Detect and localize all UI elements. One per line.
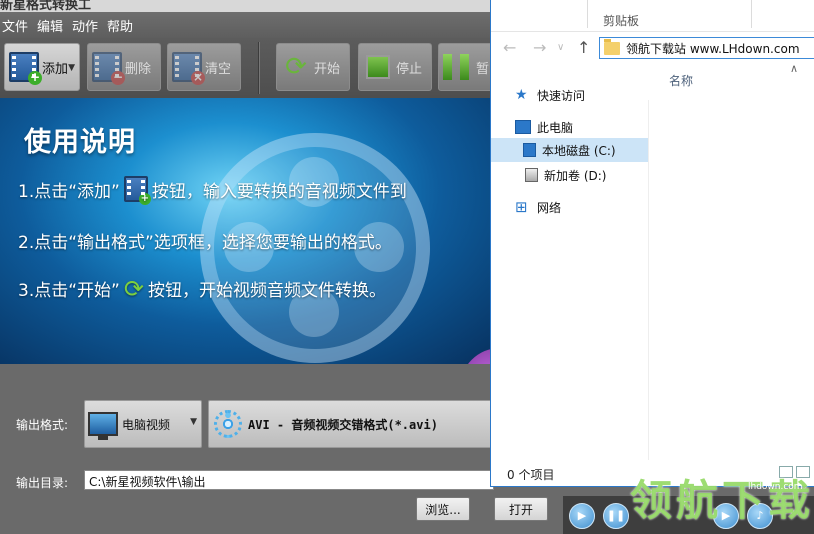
play-icon[interactable]: ▶: [569, 503, 595, 529]
start-button[interactable]: ⟳ 开始: [276, 43, 350, 91]
instruction-step-2: 2.点击“输出格式”选项框，选择您要输出的格式。: [18, 233, 392, 253]
nav-local-disk-c[interactable]: 本地磁盘 (C:): [491, 138, 648, 162]
add-button[interactable]: + 添加 ▼: [4, 43, 80, 91]
star-icon: ★: [515, 87, 528, 103]
status-item-count: 0 个项目: [507, 468, 555, 482]
pause-icon[interactable]: ❚❚: [603, 503, 629, 529]
instructions-heading: 使用说明: [24, 127, 136, 158]
network-icon: ⊞: [515, 198, 528, 216]
drive-icon: [523, 143, 536, 157]
stop-button[interactable]: 停止: [358, 43, 432, 91]
film-delete-icon: −: [92, 52, 125, 85]
chevron-down-icon: ▼: [190, 417, 197, 427]
forward-icon[interactable]: →: [533, 38, 546, 57]
output-dir-label: 输出目录:: [16, 476, 69, 490]
address-bar[interactable]: 领航下载站 www.LHdown.com: [599, 37, 814, 59]
film-add-icon: +: [9, 52, 42, 85]
refresh-icon: ⟳: [123, 274, 144, 303]
stop-icon: [366, 55, 390, 79]
open-button[interactable]: 打开: [494, 497, 548, 521]
chevron-down-icon[interactable]: ▼: [68, 63, 75, 73]
output-format-label: 输出格式:: [16, 418, 69, 432]
output-format-select[interactable]: AVI - 音频视频交错格式(*.avi): [208, 400, 498, 448]
ribbon: 剪贴板: [491, 0, 814, 32]
menu-help[interactable]: 帮助: [107, 16, 133, 35]
format-icon: [214, 410, 242, 438]
watermark-logo: 领航下载: [630, 476, 814, 525]
delete-button[interactable]: − 删除: [87, 43, 161, 91]
instructions-banner: 使用说明 1.点击“添加” + 按钮，输入要转换的音视频文件到 2.点击“输出格…: [0, 98, 500, 364]
menu-file[interactable]: 文件: [2, 16, 28, 35]
toolbar-separator: [258, 42, 260, 94]
menu-action[interactable]: 动作: [72, 16, 98, 35]
menu-edit[interactable]: 编辑: [37, 16, 63, 35]
pause-button[interactable]: 暂: [438, 43, 498, 91]
folder-icon: [604, 38, 620, 55]
computer-icon: [515, 120, 531, 134]
clear-button[interactable]: × 清空: [167, 43, 241, 91]
instruction-step-3: 3.点击“开始” ⟳ 按钮，开始视频音频文件转换。: [18, 274, 386, 303]
column-header-name[interactable]: 名称: [669, 72, 693, 89]
nav-this-pc[interactable]: 此电脑: [491, 115, 648, 139]
refresh-icon: ⟳: [285, 52, 307, 82]
chevron-up-icon[interactable]: ∧: [790, 62, 798, 75]
watermark-url: lhdown.com: [748, 482, 803, 492]
output-category-select[interactable]: 电脑视频 ▼: [84, 400, 202, 448]
back-icon[interactable]: ←: [503, 38, 516, 57]
nav-network[interactable]: ⊞ 网络: [491, 195, 648, 219]
chevron-down-icon[interactable]: ∨: [557, 42, 564, 53]
output-dir-input[interactable]: C:\新星视频软件\输出: [84, 470, 494, 490]
up-icon[interactable]: ↑: [577, 38, 590, 57]
browse-button[interactable]: 浏览...: [416, 497, 470, 521]
window-title: 新星格式转换工: [0, 0, 92, 12]
pause-icon: [443, 54, 469, 80]
nav-new-volume-d[interactable]: 新加卷 (D:): [491, 163, 648, 187]
monitor-icon: [88, 412, 118, 440]
drive-icon: [525, 168, 538, 182]
instruction-step-1: 1.点击“添加” + 按钮，输入要转换的音视频文件到: [18, 176, 407, 205]
film-add-icon: +: [123, 176, 151, 205]
navigation-bar: ← → ∨ ↑ 领航下载站 www.LHdown.com: [491, 33, 814, 63]
nav-quick-access[interactable]: ★ 快速访问: [491, 83, 648, 107]
clipboard-caption: 剪贴板: [603, 14, 640, 28]
film-clear-icon: ×: [172, 52, 205, 85]
file-explorer-window: 剪贴板 ← → ∨ ↑ 领航下载站 www.LHdown.com ∧ 名称 ★ …: [490, 0, 814, 487]
